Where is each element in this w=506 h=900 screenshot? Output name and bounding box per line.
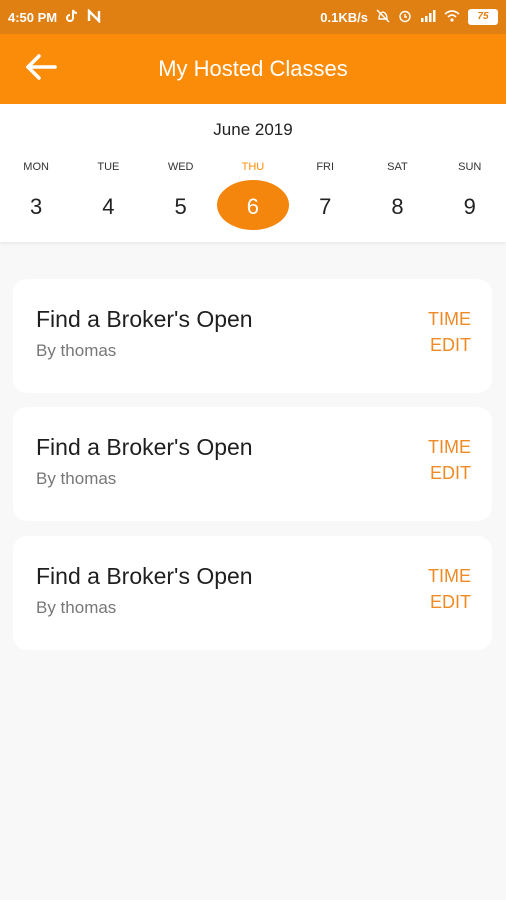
page-title: My Hosted Classes [158, 56, 348, 81]
mute-icon [376, 9, 390, 26]
day-name: FRI [316, 161, 335, 173]
day-sat[interactable]: SAT 8 [361, 158, 433, 238]
day-tue[interactable]: TUE 4 [72, 158, 144, 238]
class-card[interactable]: Find a Broker's Open By thomas TIME EDIT [13, 407, 492, 521]
day-name: WED [167, 161, 194, 173]
day-number: 7 [319, 194, 332, 219]
time-button[interactable]: TIME [428, 309, 471, 330]
network-speed: 0.1KB/s [320, 9, 368, 25]
day-number: 8 [391, 194, 404, 219]
status-bar: 4:50 PM 0.1KB/s 75 [0, 0, 506, 34]
time-button[interactable]: TIME [428, 437, 471, 458]
n-icon [87, 7, 101, 26]
month-label: June 2019 [213, 120, 293, 139]
edit-button[interactable]: EDIT [430, 335, 471, 356]
battery-icon: 75 [468, 9, 498, 25]
alarm-icon [398, 9, 412, 26]
day-thu-selected[interactable]: THU 6 [216, 158, 289, 238]
day-name: TUE [97, 161, 120, 173]
edit-button[interactable]: EDIT [430, 592, 471, 613]
class-card[interactable]: Find a Broker's Open By thomas TIME EDIT [13, 536, 492, 650]
day-name: THU [241, 161, 265, 173]
day-sun[interactable]: SUN 9 [434, 158, 506, 238]
status-time: 4:50 PM [8, 9, 58, 25]
day-fri[interactable]: FRI 7 [289, 158, 361, 238]
class-host: By thomas [36, 469, 117, 488]
wifi-icon [444, 9, 460, 25]
class-title: Find a Broker's Open [36, 434, 253, 460]
day-number: 9 [463, 194, 476, 219]
class-host: By thomas [36, 341, 117, 360]
day-number: 5 [174, 194, 187, 219]
day-strip: MON 3 TUE 4 WED 5 THU 6 FRI 7 SAT 8 SUN … [0, 158, 506, 238]
day-name: MON [23, 161, 49, 173]
class-title: Find a Broker's Open [36, 563, 253, 589]
status-bar-right: 0.1KB/s 75 [320, 9, 498, 26]
app-bar: My Hosted Classes [0, 34, 506, 104]
tiktok-icon [65, 9, 79, 26]
day-name: SUN [458, 161, 482, 173]
day-number: 3 [30, 194, 43, 219]
time-button[interactable]: TIME [428, 566, 471, 587]
edit-button[interactable]: EDIT [430, 463, 471, 484]
status-bar-left: 4:50 PM [8, 7, 101, 26]
day-number: 4 [102, 194, 115, 219]
day-number: 6 [246, 194, 260, 219]
day-mon[interactable]: MON 3 [0, 158, 72, 238]
day-name: SAT [387, 161, 408, 173]
day-wed[interactable]: WED 5 [145, 158, 217, 238]
class-title: Find a Broker's Open [36, 306, 253, 332]
week-calendar: June 2019 MON 3 TUE 4 WED 5 THU 6 FRI 7 … [0, 104, 506, 242]
class-card[interactable]: Find a Broker's Open By thomas TIME EDIT [13, 279, 492, 393]
signal-icon [420, 9, 436, 25]
class-host: By thomas [36, 598, 117, 617]
